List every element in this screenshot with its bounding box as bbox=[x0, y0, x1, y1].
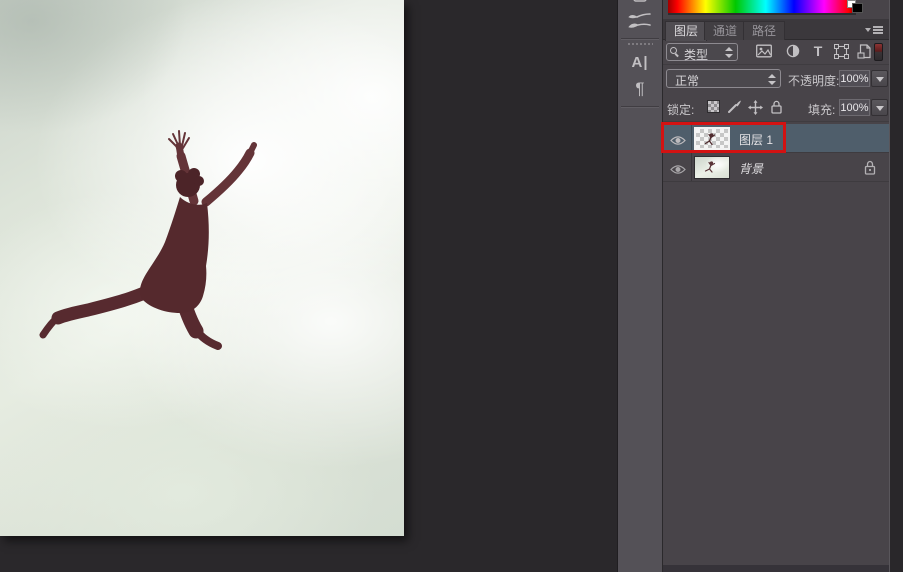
lock-all-icon[interactable] bbox=[771, 100, 782, 119]
paragraph-panel-icon[interactable]: ¶ bbox=[618, 79, 662, 99]
tab-paths[interactable]: 路径 bbox=[743, 21, 785, 40]
stepper-icon bbox=[768, 74, 776, 85]
eye-icon[interactable] bbox=[670, 133, 686, 151]
layer1-thumbnail[interactable] bbox=[694, 127, 730, 150]
background-thumbnail[interactable] bbox=[694, 156, 730, 179]
lock-options-row: 锁定: 填充: 100% bbox=[663, 94, 889, 122]
color-spectrum-ramp[interactable] bbox=[668, 0, 856, 13]
filter-type-layers-icon[interactable]: T bbox=[809, 44, 827, 61]
panel-bottom-strip bbox=[663, 565, 889, 572]
background-layer-name: 背景 bbox=[739, 160, 763, 177]
dock-drag-handle[interactable] bbox=[627, 43, 653, 45]
filter-shape-layers-icon[interactable] bbox=[832, 44, 850, 61]
lock-label: 锁定: bbox=[667, 101, 694, 118]
blend-options-row: 正常 不透明度: 100% bbox=[663, 66, 889, 94]
collapsed-panel-dock: A| ¶ bbox=[617, 0, 663, 572]
blend-mode-value: 正常 bbox=[675, 72, 699, 89]
visibility-cell[interactable] bbox=[663, 124, 692, 152]
photoshop-workspace: A| ¶ 图层 通道 路径 类型 bbox=[0, 0, 903, 572]
lock-pixels-brush-icon[interactable] bbox=[727, 100, 742, 119]
filter-kind-label: 类型 bbox=[684, 46, 708, 63]
background-lock-icon bbox=[864, 160, 876, 180]
layer-row-layer1[interactable]: 图层 1 bbox=[663, 124, 889, 153]
black-swatch[interactable] bbox=[852, 3, 863, 13]
filtering-toggle-icon[interactable] bbox=[874, 43, 883, 61]
panel-menu-icon[interactable] bbox=[865, 25, 883, 35]
opacity-value-field[interactable]: 100% bbox=[839, 70, 870, 87]
tab-layers[interactable]: 图层 bbox=[665, 21, 707, 41]
opacity-dropdown-button[interactable] bbox=[871, 70, 888, 87]
panel-tab-bar: 图层 通道 路径 bbox=[663, 19, 889, 40]
lock-transparency-icon[interactable] bbox=[707, 100, 720, 113]
visibility-cell[interactable] bbox=[663, 153, 692, 181]
chevron-down-icon bbox=[865, 28, 871, 32]
layer-filter-bar: 类型 T bbox=[663, 40, 889, 65]
stepper-icon bbox=[725, 47, 733, 58]
jumping-person-silhouette bbox=[0, 0, 404, 536]
layers-panel: 图层 通道 路径 类型 T bbox=[663, 0, 889, 572]
filter-kind-dropdown[interactable]: 类型 bbox=[666, 43, 738, 61]
tab-channels[interactable]: 通道 bbox=[704, 21, 746, 40]
search-icon bbox=[670, 47, 677, 54]
filter-smart-objects-icon[interactable] bbox=[855, 44, 873, 61]
fill-label: 填充: bbox=[808, 101, 835, 118]
layer1-name[interactable]: 图层 1 bbox=[739, 131, 773, 148]
blend-mode-dropdown[interactable]: 正常 bbox=[666, 69, 781, 88]
lock-position-icon[interactable] bbox=[748, 100, 763, 120]
brush-presets-icon[interactable] bbox=[618, 12, 662, 34]
clipped-panel-icon[interactable] bbox=[618, 0, 662, 7]
window-right-edge bbox=[889, 0, 903, 572]
fill-dropdown-button[interactable] bbox=[871, 99, 888, 116]
character-panel-icon[interactable]: A| bbox=[618, 54, 662, 74]
layer-row-background[interactable]: 背景 bbox=[663, 153, 889, 182]
fill-value-field[interactable]: 100% bbox=[839, 99, 870, 116]
menu-lines-icon bbox=[873, 26, 883, 28]
filter-pixel-layers-icon[interactable] bbox=[755, 44, 773, 61]
opacity-label: 不透明度: bbox=[788, 72, 839, 89]
dock-divider bbox=[621, 106, 659, 107]
eye-icon[interactable] bbox=[670, 162, 686, 180]
document-image[interactable] bbox=[0, 0, 404, 536]
filter-adjustment-layers-icon[interactable] bbox=[784, 44, 802, 61]
dock-divider bbox=[621, 38, 659, 39]
